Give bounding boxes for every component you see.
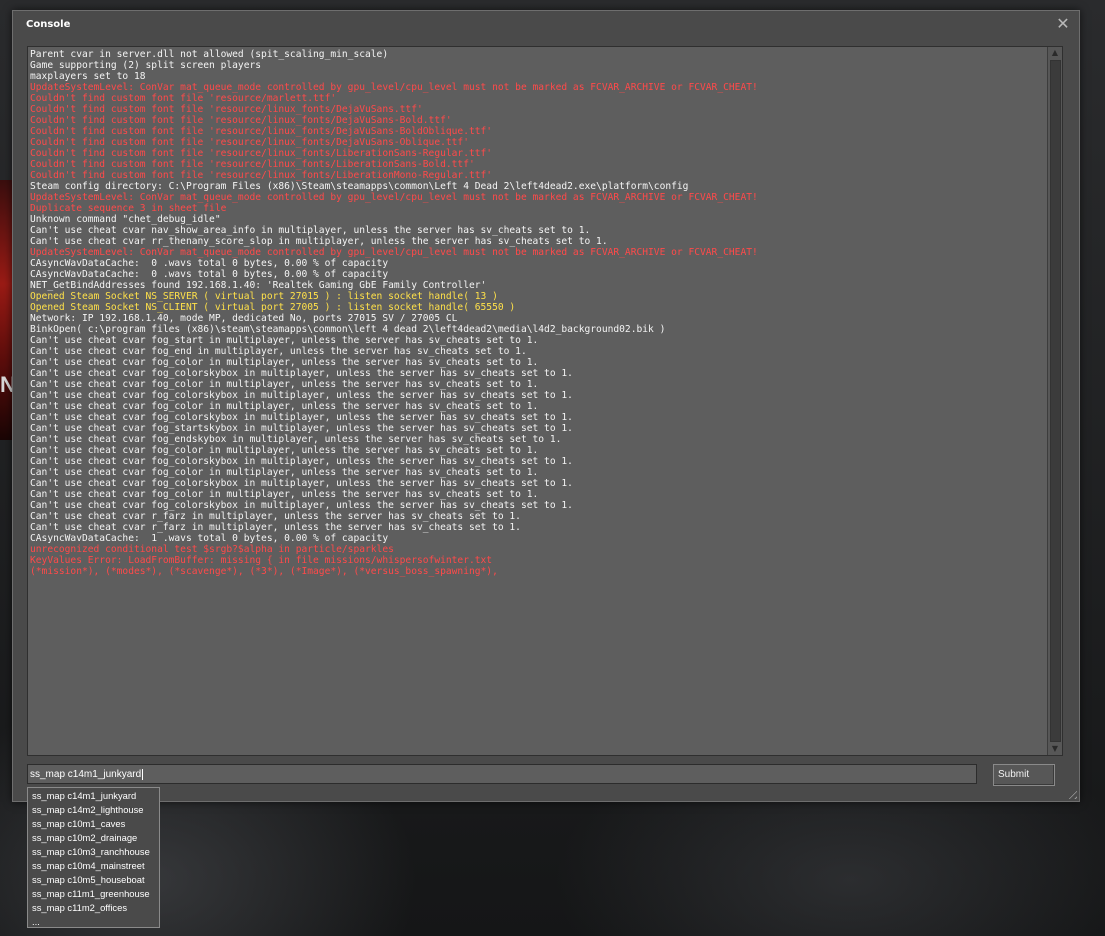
console-line: Can't use cheat cvar fog_color in multip… [30,467,539,478]
window-title: Console [26,19,71,30]
scrollbar[interactable]: ▲ ▼ [1047,47,1062,755]
autocomplete-item[interactable]: ss_map c14m2_lighthouse [28,803,159,817]
console-line: Can't use cheat cvar fog_color in multip… [30,357,539,368]
chevron-up-icon[interactable]: ▲ [1048,47,1062,59]
console-line: CAsyncWavDataCache: 0 .wavs total 0 byte… [30,269,389,280]
command-text: ss_map c14m1_junkyard [30,769,142,780]
submit-button[interactable]: Submit [993,764,1055,786]
output-lines: Parent cvar in server.dll not allowed (s… [30,49,1040,577]
console-line: Can't use cheat cvar fog_colorskybox in … [30,368,573,379]
console-line: Can't use cheat cvar nav_show_area_info … [30,225,591,236]
scrollbar-thumb[interactable] [1050,60,1061,742]
autocomplete-item[interactable]: ss_map c14m1_junkyard [28,789,159,803]
console-line: Can't use cheat cvar fog_colorskybox in … [30,412,573,423]
console-line: Couldn't find custom font file 'resource… [30,115,452,126]
resize-grip-icon[interactable] [1065,787,1077,799]
autocomplete-item[interactable]: ss_map c10m1_caves [28,817,159,831]
console-line: Couldn't find custom font file 'resource… [30,137,469,148]
console-line: Opened Steam Socket NS_SERVER ( virtual … [30,291,498,302]
text-caret [142,768,144,780]
autocomplete-item[interactable]: ss_map c10m3_ranchhouse [28,845,159,859]
console-line: Steam config directory: C:\Program Files… [30,181,689,192]
console-line: Parent cvar in server.dll not allowed (s… [30,49,389,60]
console-line: (*mission*), (*modes*), (*scavenge*), (*… [30,566,498,577]
console-line: Duplicate sequence 3 in sheet file [30,203,227,214]
console-line: Can't use cheat cvar fog_color in multip… [30,401,539,412]
autocomplete-list: ss_map c14m1_junkyard ss_map c14m2_lighth… [27,787,160,928]
chevron-down-icon[interactable]: ▼ [1048,743,1062,755]
close-icon[interactable]: ✕ [1055,15,1071,33]
console-line: BinkOpen( c:\program files (x86)\steam\s… [30,324,666,335]
autocomplete-item[interactable]: ss_map c10m5_houseboat [28,873,159,887]
autocomplete-item[interactable]: ss_map c11m1_greenhouse [28,887,159,901]
console-line: Couldn't find custom font file 'resource… [30,159,475,170]
console-line: Can't use cheat cvar r_farz in multiplay… [30,511,521,522]
console-line: Couldn't find custom font file 'resource… [30,93,337,104]
console-line: Opened Steam Socket NS_CLIENT ( virtual … [30,302,516,313]
autocomplete-item[interactable]: ... [28,915,159,929]
console-line: Can't use cheat cvar fog_color in multip… [30,379,539,390]
console-line: maxplayers set to 18 [30,71,146,82]
console-line: Can't use cheat cvar fog_colorskybox in … [30,456,573,467]
console-line: Can't use cheat cvar fog_color in multip… [30,445,539,456]
console-line: Couldn't find custom font file 'resource… [30,126,493,137]
console-line: Can't use cheat cvar fog_startskybox in … [30,423,573,434]
console-line: Can't use cheat cvar fog_color in multip… [30,489,539,500]
console-line: NET_GetBindAddresses found 192.168.1.40:… [30,280,487,291]
autocomplete-item[interactable]: ss_map c10m2_drainage [28,831,159,845]
console-line: Network: IP 192.168.1.40, mode MP, dedic… [30,313,458,324]
console-line: Couldn't find custom font file 'resource… [30,170,493,181]
console-line: Can't use cheat cvar fog_colorskybox in … [30,500,573,511]
console-line: Can't use cheat cvar fog_colorskybox in … [30,390,573,401]
console-output[interactable]: Parent cvar in server.dll not allowed (s… [27,46,1063,756]
console-line: Can't use cheat cvar fog_colorskybox in … [30,478,573,489]
console-line: Can't use cheat cvar fog_endskybox in mu… [30,434,562,445]
console-window: Console ✕ Parent cvar in server.dll not … [12,10,1080,802]
console-line: Couldn't find custom font file 'resource… [30,148,493,159]
console-line: Can't use cheat cvar fog_start in multip… [30,335,539,346]
console-line: Unknown command "chet_debug_idle" [30,214,221,225]
console-line: Can't use cheat cvar r_farz in multiplay… [30,522,521,533]
console-line: CAsyncWavDataCache: 0 .wavs total 0 byte… [30,258,389,269]
console-line: Can't use cheat cvar fog_end in multipla… [30,346,527,357]
console-line: Couldn't find custom font file 'resource… [30,104,423,115]
autocomplete-item[interactable]: ss_map c11m2_offices [28,901,159,915]
console-line: UpdateSystemLevel: ConVar mat_queue_mode… [30,192,758,203]
command-input[interactable]: ss_map c14m1_junkyard [27,764,977,784]
console-line: UpdateSystemLevel: ConVar mat_queue_mode… [30,247,758,258]
autocomplete-item[interactable]: ss_map c10m4_mainstreet [28,859,159,873]
console-line: CAsyncWavDataCache: 1 .wavs total 0 byte… [30,533,389,544]
console-line: Can't use cheat cvar rr_thenany_score_sl… [30,236,608,247]
console-line: unrecognized conditional test $srgb?$alp… [30,544,394,555]
console-line: UpdateSystemLevel: ConVar mat_queue_mode… [30,82,758,93]
console-line: KeyValues Error: LoadFromBuffer: missing… [30,555,493,566]
console-line: Game supporting (2) split screen players [30,60,262,71]
